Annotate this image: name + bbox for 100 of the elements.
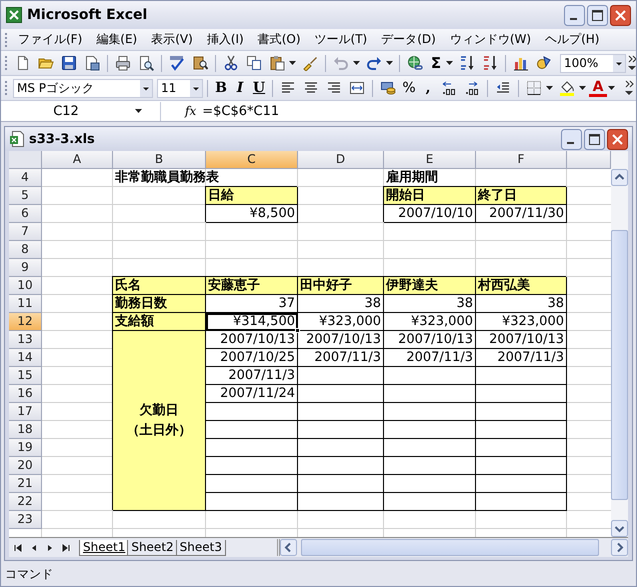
scroll-right-button[interactable] (611, 539, 628, 556)
column-header[interactable]: A (42, 151, 113, 169)
scrollbar-thumb[interactable] (301, 539, 599, 556)
scrollbar-thumb[interactable] (611, 230, 628, 500)
font-dropdown[interactable]: MS Pゴシック (13, 78, 153, 98)
globe-icon[interactable] (407, 55, 423, 71)
row-header[interactable]: 15 (9, 367, 42, 385)
menu-item[interactable]: 書式(O) (252, 31, 309, 48)
copy-icon[interactable] (246, 55, 262, 71)
increase-decimal-icon[interactable] (441, 80, 457, 96)
menu-item[interactable]: データ(D) (375, 31, 444, 48)
column-header[interactable]: E (384, 151, 476, 169)
menu-item[interactable]: 表示(V) (145, 31, 201, 48)
close-button[interactable] (607, 128, 628, 150)
row-header[interactable]: 19 (9, 439, 42, 457)
column-header[interactable]: F (476, 151, 567, 169)
caret-icon[interactable] (353, 61, 360, 65)
sort-descending-icon[interactable] (482, 55, 498, 71)
row-header[interactable]: 8 (9, 241, 42, 259)
menu-item[interactable]: 編集(E) (90, 31, 146, 48)
formula-field[interactable]: =$C$6*C11 (202, 102, 636, 120)
percent-button[interactable]: % (400, 79, 418, 97)
book-magnifier-icon[interactable] (192, 55, 208, 71)
underline-button[interactable]: U (250, 79, 268, 97)
close-button[interactable] (610, 4, 631, 26)
name-box[interactable]: C12 (1, 102, 161, 120)
row-header[interactable]: 7 (9, 223, 42, 241)
insert-function-button[interactable]: fx (185, 104, 196, 118)
sheet-tab[interactable]: Sheet2 (127, 540, 178, 556)
paintbrush-icon[interactable] (302, 55, 318, 71)
row-header[interactable]: 20 (9, 457, 42, 475)
clipboard-icon[interactable] (269, 55, 285, 71)
menu-item[interactable]: 挿入(I) (200, 31, 252, 48)
first-sheet-icon[interactable] (13, 542, 23, 552)
caret-icon[interactable] (386, 61, 393, 65)
caret-icon[interactable] (546, 86, 553, 90)
row-header[interactable]: 9 (9, 259, 42, 277)
row-header[interactable]: 22 (9, 493, 42, 511)
merge-cells-icon[interactable] (349, 80, 365, 96)
row-header[interactable]: 10 (9, 277, 42, 295)
menu-item[interactable]: ファイル(F) (12, 31, 90, 48)
minimize-button[interactable] (564, 4, 585, 26)
menu-item[interactable]: ツール(T) (308, 31, 376, 48)
table-cell: 支給額 (113, 313, 206, 331)
row-header[interactable]: 21 (9, 475, 42, 493)
new-document-icon[interactable] (15, 55, 31, 71)
menu-item[interactable]: ウィンドウ(W) (444, 31, 540, 48)
bold-button[interactable]: B (212, 79, 230, 97)
bar-chart-icon[interactable] (513, 55, 529, 71)
comma-button[interactable]: , (419, 79, 437, 97)
row-header[interactable]: 16 (9, 385, 42, 403)
maximize-button[interactable] (587, 4, 608, 26)
column-header[interactable]: C (206, 151, 298, 169)
column-header[interactable]: D (298, 151, 384, 169)
caret-icon[interactable] (135, 109, 142, 113)
document-lock-icon[interactable] (84, 55, 100, 71)
caret-icon[interactable] (579, 86, 586, 90)
sort-ascending-icon[interactable] (459, 55, 475, 71)
decrease-decimal-icon[interactable] (464, 80, 480, 96)
sheet-tab[interactable]: Sheet1 (79, 540, 130, 556)
row-header[interactable]: 23 (9, 511, 42, 529)
scroll-left-button[interactable] (280, 539, 297, 556)
maximize-button[interactable] (584, 128, 605, 150)
font-size-dropdown[interactable]: 11 (157, 78, 203, 98)
toolbar-options-icon[interactable] (627, 55, 636, 71)
row-header[interactable]: 4 (9, 169, 42, 187)
scroll-down-button[interactable] (611, 520, 628, 537)
printer-icon[interactable] (115, 55, 131, 71)
last-sheet-icon[interactable] (61, 542, 71, 552)
row-header[interactable]: 5 (9, 187, 42, 205)
font-color-button[interactable]: A (589, 80, 607, 96)
coins-icon[interactable] (380, 80, 396, 96)
caret-icon[interactable] (608, 86, 615, 90)
redo-icon[interactable] (366, 55, 382, 71)
scissors-icon[interactable] (223, 55, 239, 71)
print-preview-icon[interactable] (138, 55, 154, 71)
column-header[interactable]: B (113, 151, 206, 169)
italic-button[interactable]: I (231, 79, 249, 97)
zoom-dropdown[interactable]: 100% (560, 54, 626, 72)
sheet-tab[interactable]: Sheet3 (176, 540, 226, 556)
row-header[interactable]: 12 (9, 313, 42, 331)
minimize-button[interactable] (561, 128, 582, 150)
caret-icon[interactable] (446, 61, 453, 65)
row-header[interactable]: 11 (9, 295, 42, 313)
paint-bucket-icon[interactable] (559, 80, 575, 96)
row-header[interactable]: 18 (9, 421, 42, 439)
fill-handle[interactable] (295, 328, 300, 333)
menu-item[interactable]: ヘルプ(H) (539, 31, 608, 48)
shapes-icon[interactable] (536, 55, 552, 71)
caret-icon[interactable] (289, 61, 296, 65)
autosum-button[interactable]: Σ (427, 54, 445, 72)
toolbar-options-icon[interactable] (624, 80, 634, 96)
row-header[interactable]: 14 (9, 349, 42, 367)
borders-icon[interactable] (526, 80, 542, 96)
scroll-up-button[interactable] (611, 169, 628, 186)
row-header[interactable]: 6 (9, 205, 42, 223)
spelling-check-icon[interactable] (169, 55, 185, 71)
row-header[interactable]: 13 (9, 331, 42, 349)
row-header[interactable]: 17 (9, 403, 42, 421)
table-cell: ¥8,500 (206, 205, 298, 223)
